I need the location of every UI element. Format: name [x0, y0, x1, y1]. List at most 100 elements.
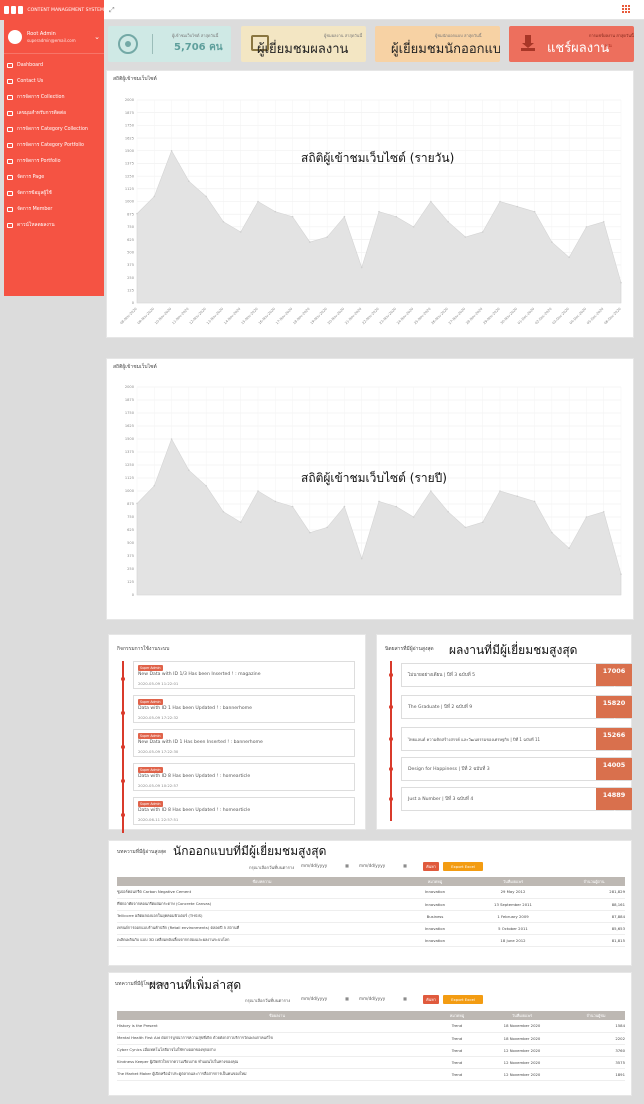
sidebar-item-portfolio[interactable]: การจัดการ Portfolio — [4, 153, 104, 169]
sidebar-item-users[interactable]: จัดการข้อมูลผู้ใช้ — [4, 185, 104, 201]
sidebar-item-dashboard[interactable]: Dashboard — [4, 57, 104, 73]
cell: 1584 — [567, 1020, 625, 1033]
calendar-icon[interactable]: ▦ — [403, 863, 407, 871]
collapse-sidebar-icon[interactable]: ⤢ — [109, 6, 115, 15]
popular-item[interactable]: The Graduate | ปีที่ 2 ฉบับที่ 9 15820 คร… — [401, 695, 633, 723]
table-row[interactable]: เพลิดเพลินกับ แบบ 3D เหลี่ยมหลังเลี้ยงจา… — [117, 934, 625, 947]
cell: 88,161 — [563, 898, 625, 911]
sidebar-item-collection[interactable]: การจัดการ Collection — [4, 89, 104, 105]
count-unit: ครั้ง — [611, 719, 617, 723]
sidebar-item-page[interactable]: จัดการ Page — [4, 169, 104, 185]
cell: 5 October 2011 — [463, 922, 563, 935]
sidebar-menu: Dashboard Contact Us การจัดการ Collectio… — [4, 54, 104, 233]
x-tick-label: 27-Nov-2020 — [448, 307, 466, 325]
calendar-icon[interactable]: ▦ — [345, 996, 349, 1004]
y-tick-label: 500 — [127, 541, 135, 545]
sidebar-item-contact[interactable]: Contact Us — [4, 73, 104, 89]
cell: Innovation — [407, 934, 463, 947]
column-header[interactable]: จำนวนผู้ชม — [567, 1011, 625, 1020]
popular-item[interactable]: ไม่นายอย่างเดียน | ปีที่ 3 ฉบับที่ 5 170… — [401, 663, 633, 691]
column-header[interactable]: วันที่เผยแพร่ — [477, 1011, 567, 1020]
export-excel-button[interactable]: Export Excel — [443, 862, 483, 871]
activity-title: กิจกรรมการใช้งานระบบ — [117, 646, 170, 652]
page-icon — [7, 174, 13, 180]
calendar-icon[interactable]: ▦ — [345, 863, 349, 871]
popular-item[interactable]: Just a Number | ปีที่ 3 ฉบับที่ 4 14889 ค… — [401, 787, 633, 815]
sidebar-item-label: การจัดการ Category Collection — [17, 127, 88, 132]
brand[interactable]: CONTENT MANAGEMENT SYSTEM — [0, 0, 104, 20]
table-row[interactable]: เทรนด์การออกแบบร้านค้าปลีก (Retail envir… — [117, 922, 625, 935]
data-point — [430, 490, 432, 492]
data-point — [533, 210, 536, 213]
search-button[interactable]: ค้นหา — [423, 862, 439, 871]
y-tick-label: 875 — [127, 212, 134, 216]
chevron-down-icon[interactable]: ⌄ — [94, 33, 100, 41]
table-row[interactable]: Cyber Cynics เมื่อเทคโนโลยีอาจไม่ใช่ทางอ… — [117, 1044, 625, 1057]
sidebar-item-member[interactable]: จัดการ Member — [4, 201, 104, 217]
search-button[interactable]: ค้นหา — [423, 995, 439, 1004]
x-tick-label: 24-Nov-2020 — [396, 307, 414, 325]
data-point — [568, 547, 570, 549]
calendar-icon[interactable]: ▦ — [403, 996, 407, 1004]
count-unit: ครั้ง — [611, 811, 617, 815]
data-point — [188, 469, 190, 471]
user-profile[interactable]: Root Admin superadmin@email.com ⌄ — [4, 20, 104, 54]
column-header[interactable]: วันที่เผยแพร่ — [463, 877, 563, 886]
data-point — [239, 231, 242, 233]
y-tick-label: 125 — [127, 580, 134, 584]
cell: 13 September 2011 — [463, 898, 563, 911]
column-header[interactable]: ชื่อผลงาน — [117, 1011, 437, 1020]
table-row[interactable]: Mental Health First Aid ต่อการบูรณาการคว… — [117, 1032, 625, 1045]
activity-time: 2020-05-09 10:22:57 — [138, 783, 179, 788]
table-row[interactable]: ที่พักอาศัยจากคอนกรีตผสมกระดาษ (Concrete… — [117, 898, 625, 911]
data-point — [620, 573, 622, 575]
data-point — [464, 236, 467, 238]
avatar — [8, 29, 22, 44]
sidebar-item-label: จัดการข้อมูลผู้ใช้ — [17, 191, 52, 196]
popular-item-name: Design for Happiness | ปีที่ 2 ฉบับที่ 3 — [408, 767, 490, 772]
table-row[interactable]: The Market Maker ผู้เปิดหรือนำประตูตลาดแ… — [117, 1068, 625, 1081]
activity-text: New Data with ID 1 Has been Inserted ! :… — [138, 740, 263, 745]
end-date-input[interactable]: mm/dd/yyyy — [359, 863, 385, 871]
sidebar-item-category-collection[interactable]: การจัดการ Category Collection — [4, 121, 104, 137]
activity-item[interactable]: Super Admin Data with ID 8 Has been Upda… — [133, 797, 355, 825]
count-value: 14889 — [602, 791, 626, 799]
popular-item[interactable]: Design for Happiness | ปีที่ 2 ฉบับที่ 3… — [401, 757, 633, 785]
stat-value: 5,706 คน — [174, 42, 223, 53]
y-tick-label: 1000 — [125, 200, 135, 204]
cell: Mental Health First Aid ต่อการบูรณาการคว… — [117, 1032, 437, 1045]
stat-card-visitors: ผู้เข้าชมเว็บไซต์ ล่าสุดวันนี้ 5,706 คน — [108, 26, 231, 62]
sidebar-item-download[interactable]: ดาวน์โหลดผลงาน — [4, 217, 104, 233]
activity-item[interactable]: Super Admin Data with ID 1 Has been Upda… — [133, 695, 355, 723]
x-tick-label: 21-Nov-2020 — [344, 307, 362, 325]
table-row[interactable]: Kindness Keeper ผู้เปิดหัวใจจากความเรียบ… — [117, 1056, 625, 1069]
activity-item[interactable]: Super Admin New Data with ID 1/3 Has bee… — [133, 661, 355, 689]
export-excel-button[interactable]: Export Excel — [443, 995, 483, 1004]
column-header[interactable]: หมวดหมู่ — [407, 877, 463, 886]
table-row[interactable]: Tellicorre ผลิตผลบ่งบอกในยุคคอมพิวเตอร์ … — [117, 910, 625, 923]
end-date-input[interactable]: mm/dd/yyyy — [359, 996, 385, 1004]
x-tick-label: 26-Nov-2020 — [431, 307, 449, 325]
sidebar-item-contact-numbers[interactable]: เลขมุมสำหรับการติดต่อ — [4, 105, 104, 121]
popular-item[interactable]: ไทยแลนด์ ความคิดสร้างสรรค์ และวัฒนธรรมขอ… — [401, 727, 633, 755]
column-header[interactable]: ชื่อบทความ — [117, 877, 407, 886]
dashboard-icon — [7, 62, 13, 68]
table-row[interactable]: ซูเปอร์คอนกรีต Carbon Negative Cement Inn… — [117, 886, 625, 899]
cell: Trend — [437, 1020, 477, 1033]
start-date-input[interactable]: mm/dd/yyyy — [301, 863, 327, 871]
column-header[interactable]: จำนวนผู้อ่าน — [563, 877, 625, 886]
activity-text: New Data with ID 1/3 Has been Inserted !… — [138, 672, 261, 677]
column-header[interactable]: หมวดหมู่ — [437, 1011, 477, 1020]
sidebar-item-category-portfolio[interactable]: การจัดการ Category Portfolio — [4, 137, 104, 153]
start-date-input[interactable]: mm/dd/yyyy — [301, 996, 327, 1004]
yearly-visitors-chart-card: สถิติผู้เข้าชมเว็บไซต์ 0 125 250 375 500 625 7… — [106, 358, 634, 620]
table-row[interactable]: History is the Present Trend 18 November 2… — [117, 1020, 625, 1033]
data-point — [585, 226, 588, 228]
apps-grid-icon[interactable] — [622, 5, 630, 13]
data-point — [274, 500, 277, 503]
activity-item[interactable]: Super Admin New Data with ID 1 Has been … — [133, 729, 355, 757]
data-point — [188, 180, 190, 182]
activity-item[interactable]: Super Admin Data with ID 8 Has been Upda… — [133, 763, 355, 791]
y-tick-label: 1125 — [125, 476, 134, 480]
cell: 85,653 — [563, 922, 625, 935]
